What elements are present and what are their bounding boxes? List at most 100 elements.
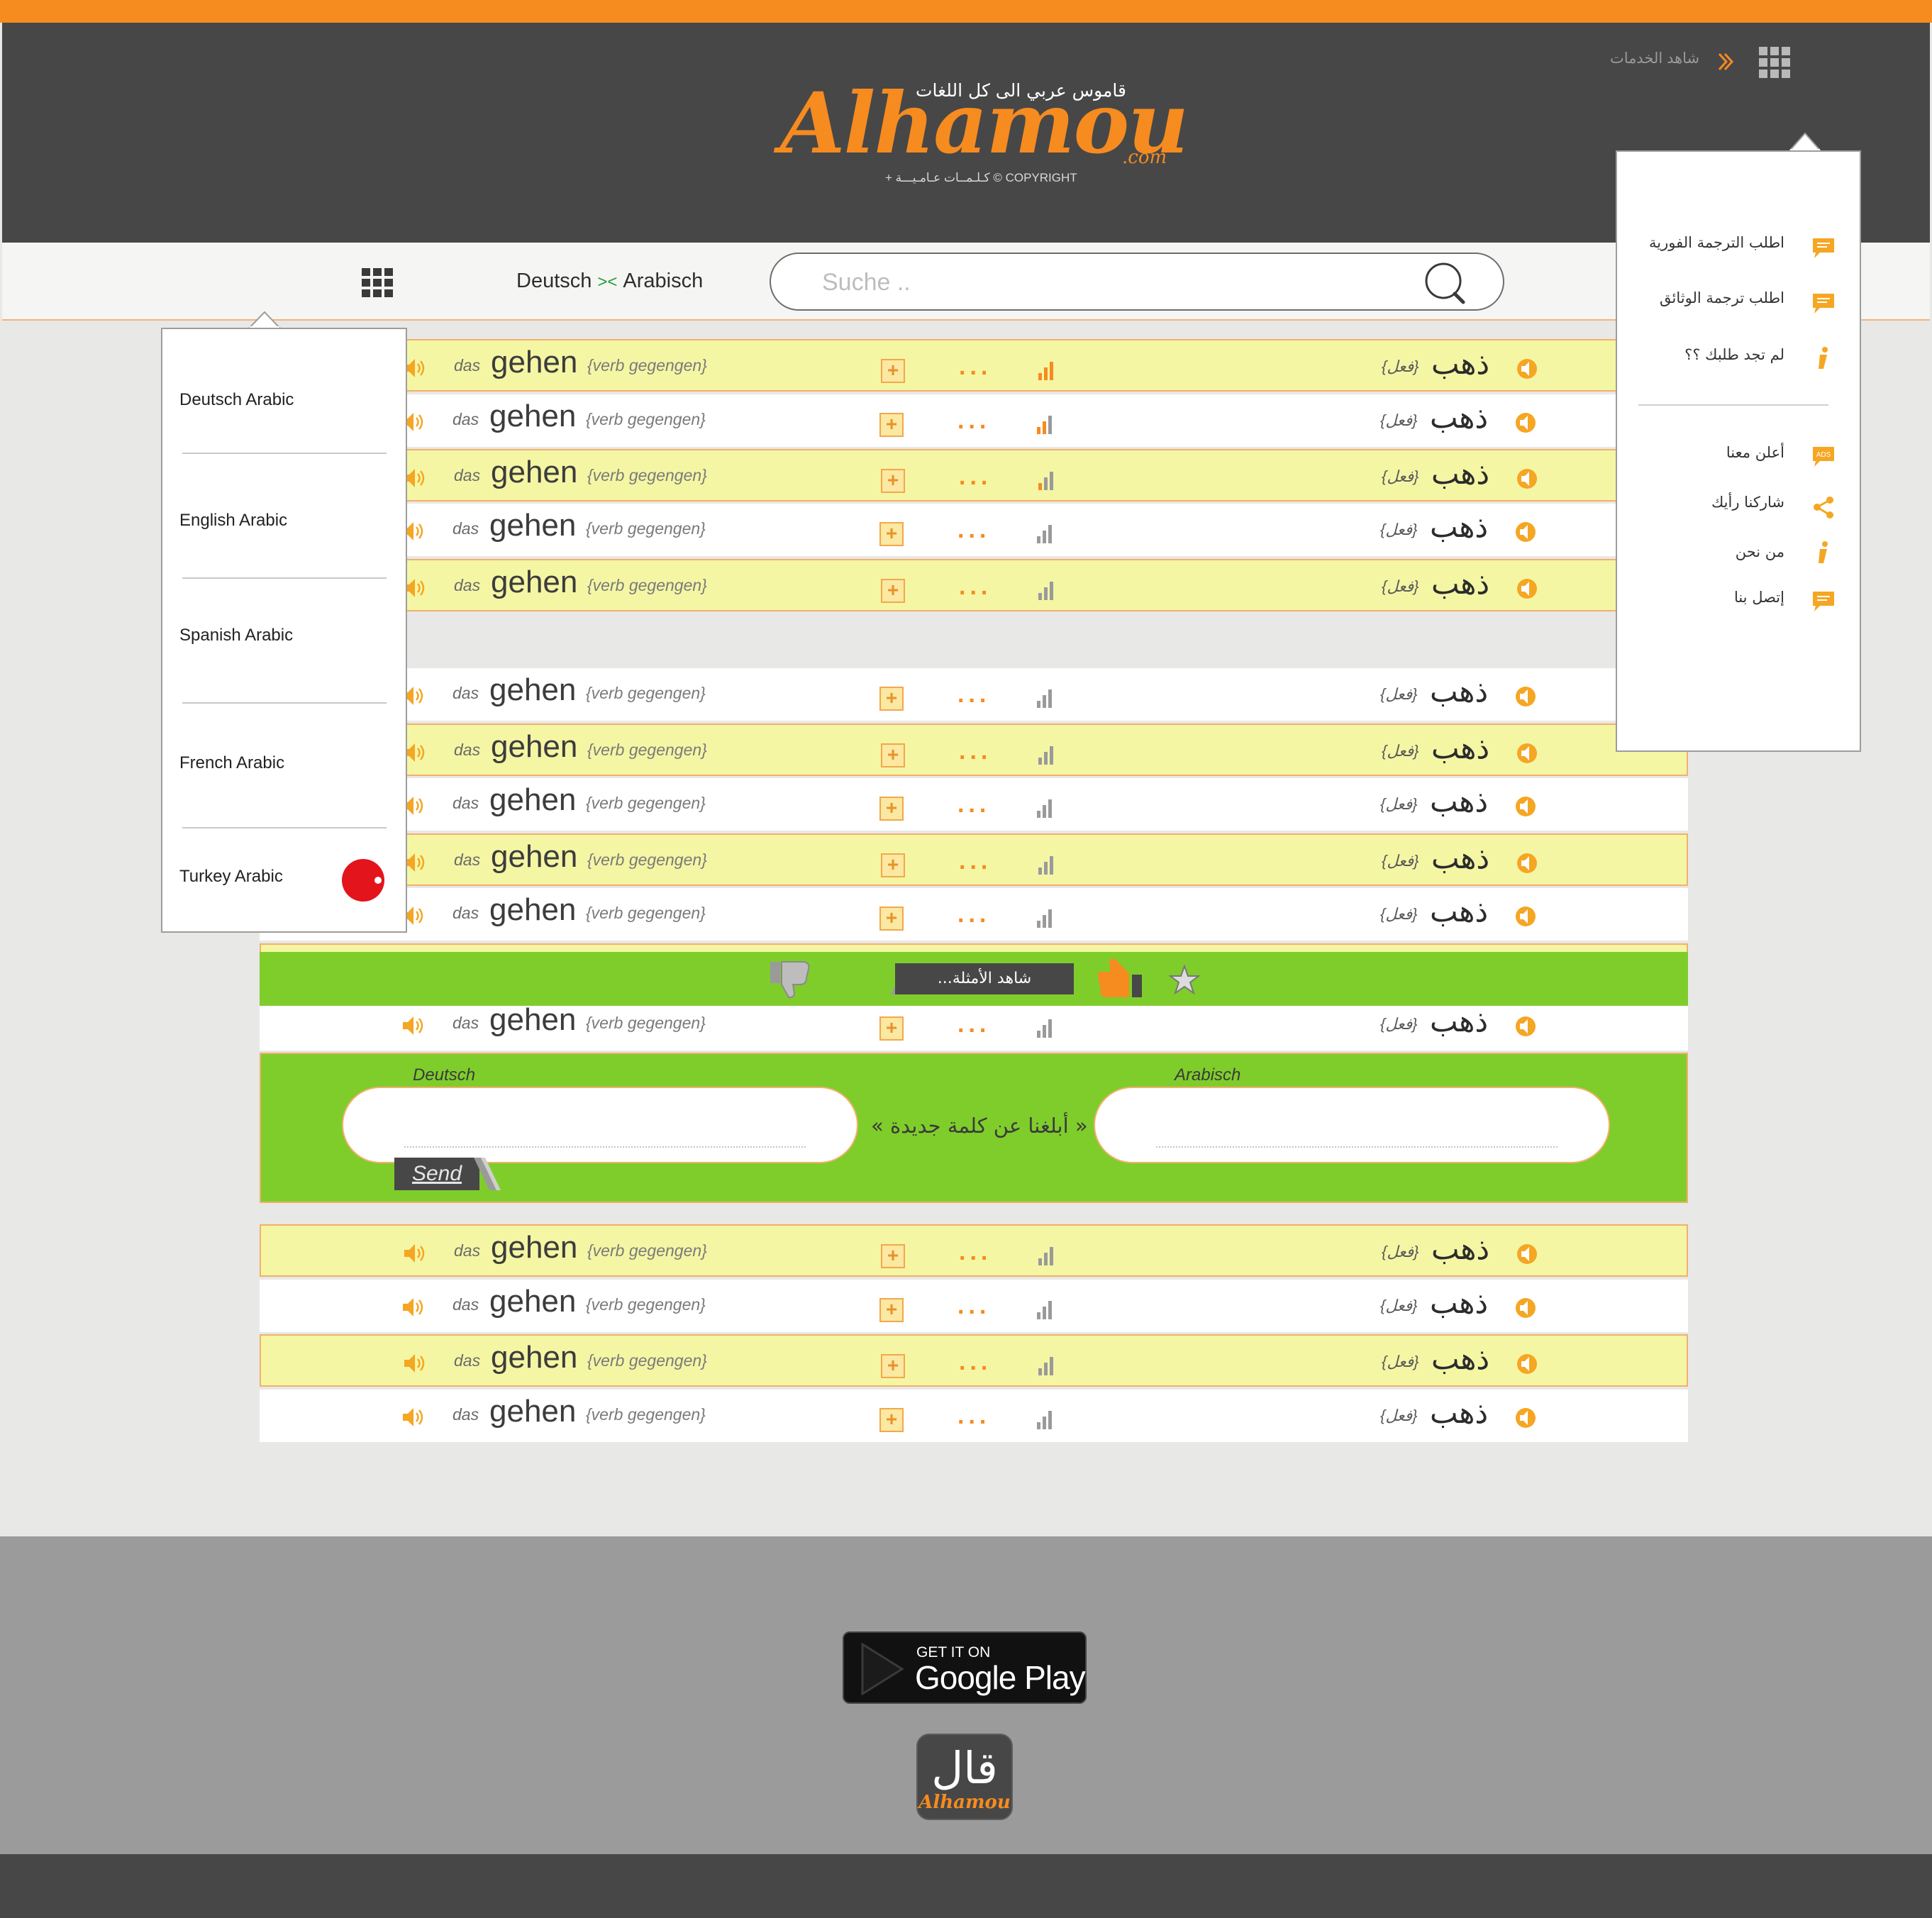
service-share-opinion[interactable]: شاركنا رأيك bbox=[1711, 494, 1784, 511]
entry-arabic-word[interactable]: ذهب bbox=[1431, 456, 1489, 491]
entry-word[interactable]: gehen bbox=[489, 892, 576, 928]
add-to-favorites-button[interactable]: + bbox=[879, 687, 904, 711]
table-row[interactable]: das gehen {verb gegengen} +... {فعل} ذهب bbox=[260, 504, 1688, 556]
language-option-turkey-arabic[interactable]: Turkey Arabic bbox=[179, 867, 283, 887]
entry-word[interactable]: gehen bbox=[491, 839, 577, 875]
table-row[interactable]: das gehen {verb gegengen} +... {فعل} ذهب bbox=[260, 449, 1688, 501]
service-instant-translation[interactable]: اطلب الترجمة الفورية bbox=[1649, 234, 1784, 251]
entry-arabic-word[interactable]: ذهب bbox=[1430, 894, 1488, 928]
entry-word[interactable]: gehen bbox=[491, 1230, 577, 1265]
more-options-button[interactable]: ... bbox=[957, 791, 990, 819]
add-to-favorites-button[interactable]: + bbox=[879, 1408, 904, 1432]
entry-arabic-word[interactable]: ذهب bbox=[1430, 784, 1488, 819]
speaker-icon[interactable] bbox=[403, 1352, 427, 1375]
entry-arabic-word[interactable]: ذهب bbox=[1431, 566, 1489, 601]
table-row[interactable]: das gehen {verb gegengen} +... {فعل} ذهب bbox=[260, 668, 1688, 721]
entry-word[interactable]: gehen bbox=[491, 345, 577, 380]
entry-arabic-word[interactable]: ذهب bbox=[1431, 1231, 1489, 1266]
more-options-button[interactable]: ... bbox=[957, 407, 990, 435]
service-contact-us[interactable]: إتصل بنا bbox=[1734, 589, 1784, 606]
send-button[interactable]: Send bbox=[394, 1158, 479, 1190]
service-about-us[interactable]: من نحن bbox=[1736, 543, 1784, 560]
table-row[interactable]: das gehen {verb gegengen} +... {فعل} ذهب bbox=[260, 1224, 1688, 1277]
entry-arabic-word[interactable]: ذهب bbox=[1430, 1395, 1488, 1430]
entry-word[interactable]: gehen bbox=[489, 1002, 576, 1038]
language-option-spanish-arabic[interactable]: Spanish Arabic bbox=[179, 626, 293, 645]
add-to-favorites-button[interactable]: + bbox=[879, 1016, 904, 1041]
entry-word[interactable]: gehen bbox=[491, 455, 577, 490]
speaker-icon[interactable] bbox=[1515, 577, 1539, 600]
entry-arabic-word[interactable]: ذهب bbox=[1431, 346, 1489, 381]
more-options-button[interactable]: ... bbox=[959, 738, 992, 765]
add-to-favorites-button[interactable]: + bbox=[879, 413, 904, 437]
table-row[interactable]: das gehen {verb gegengen} +... {فعل} ذهب bbox=[260, 394, 1688, 447]
entry-arabic-word[interactable]: ذهب bbox=[1430, 400, 1488, 435]
table-row[interactable]: das gehen {verb gegengen} +... {فعل} ذهب bbox=[260, 559, 1688, 611]
entry-word[interactable]: gehen bbox=[489, 1394, 576, 1429]
more-options-button[interactable]: ... bbox=[957, 1011, 990, 1038]
add-to-favorites-button[interactable]: + bbox=[881, 579, 905, 603]
add-to-favorites-button[interactable]: + bbox=[879, 797, 904, 821]
speaker-icon[interactable] bbox=[1515, 357, 1539, 380]
add-to-favorites-button[interactable]: + bbox=[879, 1298, 904, 1322]
add-to-favorites-button[interactable]: + bbox=[881, 469, 905, 493]
show-examples-button[interactable]: شاهد الأمثلة... bbox=[895, 963, 1074, 994]
add-to-favorites-button[interactable]: + bbox=[881, 359, 905, 383]
more-options-button[interactable]: ... bbox=[957, 681, 990, 709]
entry-arabic-word[interactable]: ذهب bbox=[1430, 509, 1488, 544]
add-to-favorites-button[interactable]: + bbox=[879, 907, 904, 931]
entry-word[interactable]: gehen bbox=[489, 399, 576, 434]
speaker-icon[interactable] bbox=[1514, 1407, 1538, 1429]
app-icon[interactable]: قال Alhamou bbox=[916, 1734, 1013, 1820]
speaker-icon[interactable] bbox=[1515, 852, 1539, 875]
more-options-button[interactable]: ... bbox=[959, 1348, 992, 1376]
more-options-button[interactable]: ... bbox=[959, 848, 992, 875]
table-row[interactable]: das gehen {verb gegengen} +... {فعل} ذهب bbox=[260, 1390, 1688, 1442]
add-to-favorites-button[interactable]: + bbox=[881, 1244, 905, 1268]
entry-arabic-word[interactable]: ذهب bbox=[1430, 674, 1488, 709]
language-option-french-arabic[interactable]: French Arabic bbox=[179, 753, 284, 773]
entry-word[interactable]: gehen bbox=[491, 1340, 577, 1375]
entry-word[interactable]: gehen bbox=[489, 508, 576, 543]
speaker-icon[interactable] bbox=[1514, 1015, 1538, 1038]
speaker-icon[interactable] bbox=[401, 1014, 426, 1037]
table-row[interactable]: das gehen {verb gegengen} +... {فعل} ذهب bbox=[260, 888, 1688, 941]
google-play-badge[interactable]: GET IT ON Google Play bbox=[843, 1631, 1087, 1704]
report-field-arabisch[interactable] bbox=[1094, 1087, 1610, 1163]
speaker-icon[interactable] bbox=[1514, 795, 1538, 818]
speaker-icon[interactable] bbox=[1515, 467, 1539, 490]
entry-arabic-word[interactable]: ذهب bbox=[1431, 841, 1489, 875]
speaker-icon[interactable] bbox=[401, 1296, 426, 1319]
service-advertise[interactable]: أعلن معنا bbox=[1726, 444, 1784, 461]
more-options-button[interactable]: ... bbox=[957, 901, 990, 928]
table-row[interactable]: das gehen {verb gegengen} +... {فعل} ذهب bbox=[260, 833, 1688, 886]
add-to-favorites-button[interactable]: + bbox=[881, 1354, 905, 1378]
entry-word[interactable]: gehen bbox=[491, 565, 577, 600]
services-link[interactable]: شاهد الخدمات bbox=[1610, 50, 1699, 67]
speaker-icon[interactable] bbox=[1514, 521, 1538, 543]
table-row[interactable]: das gehen {verb gegengen} +... {فعل} ذهب bbox=[260, 1334, 1688, 1387]
search-input[interactable] bbox=[822, 267, 1389, 298]
speaker-icon[interactable] bbox=[1514, 1297, 1538, 1319]
report-field-deutsch[interactable] bbox=[342, 1087, 858, 1163]
speaker-icon[interactable] bbox=[1514, 905, 1538, 928]
entry-arabic-word[interactable]: ذهب bbox=[1430, 1004, 1488, 1038]
entry-word[interactable]: gehen bbox=[489, 672, 576, 708]
more-options-button[interactable]: ... bbox=[959, 353, 992, 381]
speaker-icon[interactable] bbox=[403, 1242, 427, 1265]
more-options-button[interactable]: ... bbox=[957, 1292, 990, 1320]
speaker-icon[interactable] bbox=[1515, 1243, 1539, 1265]
more-options-button[interactable]: ... bbox=[959, 573, 992, 601]
speaker-icon[interactable] bbox=[1514, 685, 1538, 708]
entry-word[interactable]: gehen bbox=[489, 782, 576, 818]
add-to-favorites-button[interactable]: + bbox=[881, 743, 905, 767]
speaker-icon[interactable] bbox=[401, 1406, 426, 1429]
services-grid-icon[interactable] bbox=[1759, 47, 1790, 78]
thumbs-up-icon[interactable] bbox=[1095, 956, 1145, 1000]
site-logo[interactable]: قاموس عربي الى كل اللغات Alhamou .com + … bbox=[773, 67, 1189, 195]
entry-arabic-word[interactable]: ذهب bbox=[1431, 1341, 1489, 1376]
entry-arabic-word[interactable]: ذهب bbox=[1430, 1285, 1488, 1320]
more-options-button[interactable]: ... bbox=[959, 1238, 992, 1266]
add-to-favorites-button[interactable]: + bbox=[881, 853, 905, 877]
search-icon[interactable] bbox=[1422, 261, 1473, 308]
